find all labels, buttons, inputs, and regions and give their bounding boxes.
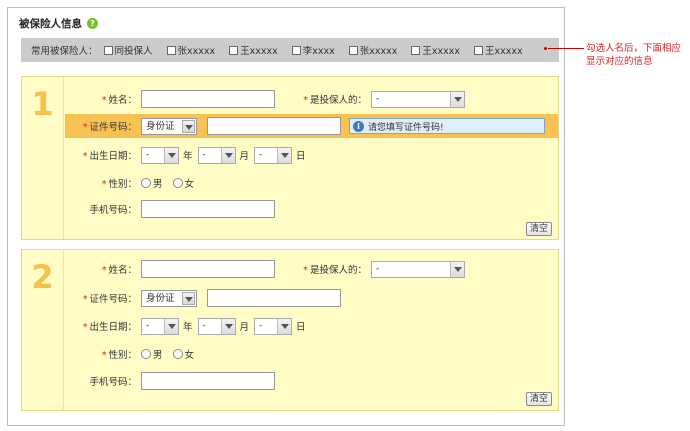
phone-label: 手机号码： — [89, 377, 137, 388]
radio-button[interactable] — [172, 349, 183, 359]
day-unit: 日 — [296, 322, 306, 333]
radio-button[interactable] — [172, 178, 183, 188]
phone-label: 手机号码： — [89, 205, 137, 216]
annotation-dot — [544, 47, 547, 50]
checkbox[interactable] — [348, 45, 358, 55]
gender-label: * 性别： — [101, 179, 137, 190]
annotation-line-2: 显示对应的信息 — [586, 56, 653, 67]
name-input[interactable] — [141, 90, 275, 108]
dob-label: * 出生日期： — [82, 151, 137, 162]
checkbox[interactable] — [229, 45, 239, 55]
section-header: 被保险人信息 ? — [19, 16, 98, 31]
id-label: * 证件号码： — [82, 294, 137, 305]
checkbox[interactable] — [291, 45, 301, 55]
relation-select[interactable]: - — [371, 260, 465, 278]
annotation-arrow — [548, 48, 584, 49]
insured-card-1: 1 * 姓名： * 是投保人的： - * 证件号码： 身份证 i 请您填写证件号码! *… — [21, 76, 559, 240]
dob-label: * 出生日期： — [82, 322, 137, 333]
id-hint: i 请您填写证件号码! — [349, 118, 545, 134]
name-label: * 姓名： — [101, 265, 137, 276]
chevron-down-icon — [277, 147, 292, 163]
id-type-select[interactable]: 身份证 — [141, 289, 197, 307]
insured-index: 1 — [22, 77, 64, 239]
frequent-option-same-as-policyholder[interactable]: 同投保人 — [103, 43, 153, 57]
insured-card-2: 2 * 姓名： * 是投保人的： - * 证件号码： 身份证 * 出生日期： - 年 -… — [21, 249, 559, 411]
chevron-down-icon — [220, 147, 235, 163]
chevron-down-icon — [182, 119, 195, 133]
frequent-insured-bar: 常用被保险人： 同投保人 张xxxxx 王xxxxx 李xxxx 张xxxxx … — [21, 38, 559, 62]
relation-label: * 是投保人的： — [303, 95, 367, 106]
chevron-down-icon — [182, 291, 195, 305]
checkbox[interactable] — [166, 45, 176, 55]
gender-label: * 性别： — [101, 350, 137, 361]
chevron-down-icon — [220, 318, 235, 334]
phone-input[interactable] — [141, 200, 275, 218]
month-select[interactable]: - — [197, 317, 236, 335]
frequent-option[interactable]: 张xxxxx — [348, 43, 397, 57]
phone-input[interactable] — [141, 372, 275, 390]
month-select[interactable]: - — [197, 146, 236, 164]
year-unit: 年 — [183, 151, 193, 162]
day-select[interactable]: - — [254, 317, 293, 335]
checkbox[interactable] — [474, 45, 484, 55]
gender-female-option[interactable]: 女 — [172, 176, 194, 190]
frequent-option[interactable]: 王xxxxx — [474, 43, 523, 57]
frequent-option[interactable]: 王xxxxx — [229, 43, 278, 57]
frequent-insured-label: 常用被保险人： — [31, 46, 98, 57]
gender-male-option[interactable]: 男 — [141, 347, 163, 361]
id-row-highlighted: * 证件号码： 身份证 i 请您填写证件号码! — [65, 114, 558, 138]
id-type-select[interactable]: 身份证 — [141, 117, 197, 135]
chevron-down-icon — [277, 318, 292, 334]
insured-info-panel: 被保险人信息 ? 常用被保险人： 同投保人 张xxxxx 王xxxxx 李xxx… — [7, 7, 565, 426]
gender-male-option[interactable]: 男 — [141, 176, 163, 190]
insured-index: 2 — [22, 250, 64, 410]
annotation-line-1: 勾选人名后，下面相应 — [586, 43, 682, 54]
month-unit: 月 — [239, 322, 250, 333]
frequent-option[interactable]: 张xxxxx — [166, 43, 215, 57]
chevron-down-icon — [164, 147, 178, 163]
checkbox[interactable] — [103, 45, 113, 55]
day-select[interactable]: - — [254, 146, 293, 164]
info-icon: i — [353, 120, 364, 132]
frequent-option[interactable]: 李xxxx — [291, 43, 335, 57]
relation-label: * 是投保人的： — [303, 265, 367, 276]
chevron-down-icon — [450, 91, 464, 107]
checkbox[interactable] — [411, 45, 421, 55]
year-select[interactable]: - — [141, 317, 179, 335]
gender-female-option[interactable]: 女 — [172, 347, 194, 361]
day-unit: 日 — [296, 151, 306, 162]
clear-button[interactable]: 清空 — [525, 222, 552, 236]
id-label: * 证件号码： — [82, 122, 137, 133]
radio-button[interactable] — [141, 349, 151, 359]
id-number-input[interactable] — [207, 117, 341, 135]
name-input[interactable] — [141, 260, 275, 278]
frequent-option[interactable]: 王xxxxx — [411, 43, 460, 57]
clear-button[interactable]: 清空 — [525, 392, 552, 406]
year-select[interactable]: - — [141, 146, 179, 164]
year-unit: 年 — [183, 322, 193, 333]
section-title: 被保险人信息 — [19, 18, 82, 30]
radio-button[interactable] — [141, 178, 151, 188]
question-icon[interactable]: ? — [87, 18, 98, 29]
chevron-down-icon — [164, 318, 178, 334]
id-number-input[interactable] — [207, 289, 341, 307]
chevron-down-icon — [450, 261, 464, 277]
month-unit: 月 — [239, 151, 250, 162]
relation-select[interactable]: - — [371, 90, 465, 108]
name-label: * 姓名： — [101, 95, 137, 106]
annotation-note: 勾选人名后，下面相应 显示对应的信息 — [586, 42, 690, 68]
